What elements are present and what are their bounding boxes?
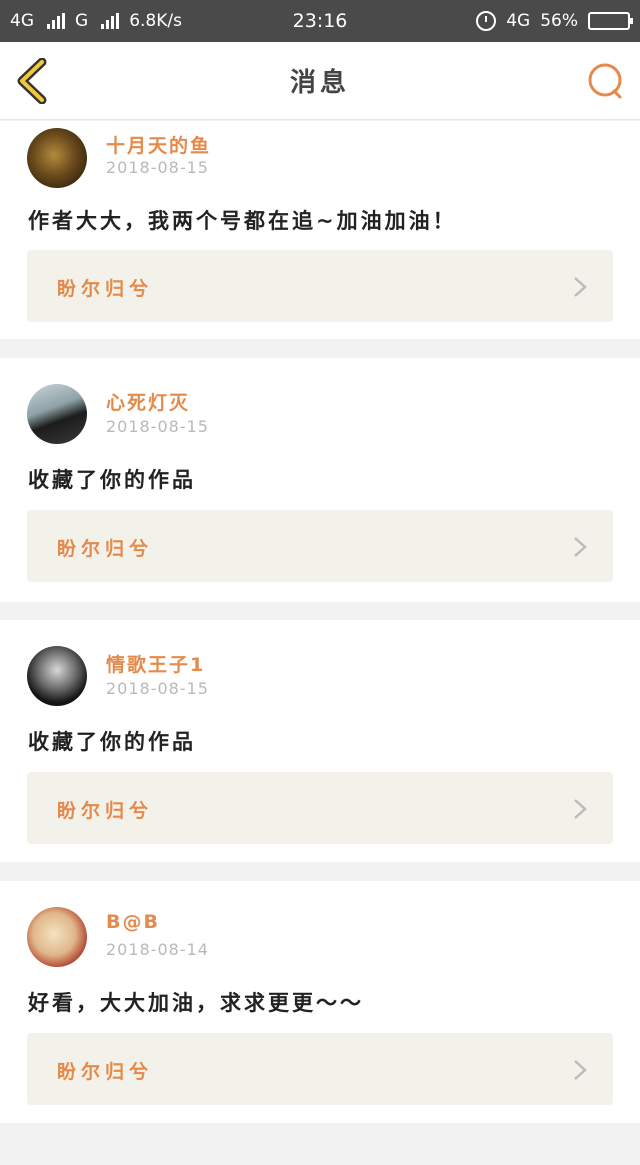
message-text: 收藏了你的作品 [28, 730, 196, 754]
status-right: 4G 56% [476, 11, 633, 31]
network-label-1: 4G [10, 11, 34, 31]
work-title: 盼尔归兮 [57, 538, 154, 560]
work-title: 盼尔归兮 [57, 278, 154, 300]
page-title: 消息 [289, 68, 350, 98]
work-link[interactable]: 盼尔归兮 [27, 772, 613, 844]
message-list: 十月天的鱼 2018-08-15 作者大大，我两个号都在追~加油加油！ 盼尔归兮… [0, 121, 640, 1165]
avatar[interactable] [27, 646, 87, 706]
message-date: 2018-08-15 [106, 158, 209, 177]
work-link[interactable]: 盼尔归兮 [27, 250, 613, 322]
message-card: 情歌王子1 2018-08-15 收藏了你的作品 盼尔归兮 [0, 620, 640, 862]
message-text: 作者大大，我两个号都在追~加油加油！ [28, 209, 457, 233]
battery-percent: 56% [540, 11, 578, 31]
network-label-2: G [75, 11, 89, 31]
message-date: 2018-08-15 [106, 417, 209, 436]
signal-icon [47, 13, 65, 29]
avatar[interactable] [27, 907, 87, 967]
username[interactable]: 心死灯灭 [106, 388, 190, 415]
message-card: 十月天的鱼 2018-08-15 作者大大，我两个号都在追~加油加油！ 盼尔归兮 [0, 121, 640, 339]
work-link[interactable]: 盼尔归兮 [27, 510, 613, 582]
battery-icon [588, 12, 633, 30]
chevron-right-icon [574, 277, 587, 297]
signal-icon-2 [101, 13, 120, 29]
chevron-right-icon [574, 799, 587, 819]
username[interactable]: 情歌王子1 [106, 650, 205, 677]
username[interactable]: 十月天的鱼 [106, 131, 211, 158]
status-bar: 4G G 6.8K/s 23:16 4G 56% [0, 0, 640, 42]
message-text: 收藏了你的作品 [28, 468, 196, 492]
work-link[interactable]: 盼尔归兮 [27, 1033, 613, 1105]
message-card: B@B 2018-08-14 好看，大大加油，求求更更～～ 盼尔归兮 [0, 881, 640, 1123]
message-date: 2018-08-14 [106, 940, 209, 959]
nav-bar: 消息 [0, 42, 640, 120]
message-text: 好看，大大加油，求求更更～～ [28, 991, 364, 1015]
message-card: 心死灯灭 2018-08-15 收藏了你的作品 盼尔归兮 [0, 358, 640, 602]
avatar[interactable] [27, 128, 87, 188]
chevron-right-icon [574, 1060, 587, 1080]
work-title: 盼尔归兮 [57, 800, 154, 822]
message-date: 2018-08-15 [106, 679, 209, 698]
network-speed: 6.8K/s [129, 11, 182, 31]
work-title: 盼尔归兮 [57, 1061, 154, 1083]
avatar[interactable] [27, 384, 87, 444]
network-label-3: 4G [506, 11, 531, 31]
chevron-right-icon [574, 537, 587, 557]
username[interactable]: B@B [106, 911, 160, 933]
chevron-left-icon[interactable] [14, 58, 54, 104]
search-icon[interactable] [586, 62, 624, 100]
alarm-icon [476, 11, 497, 31]
status-left: 4G G 6.8K/s [10, 11, 182, 31]
